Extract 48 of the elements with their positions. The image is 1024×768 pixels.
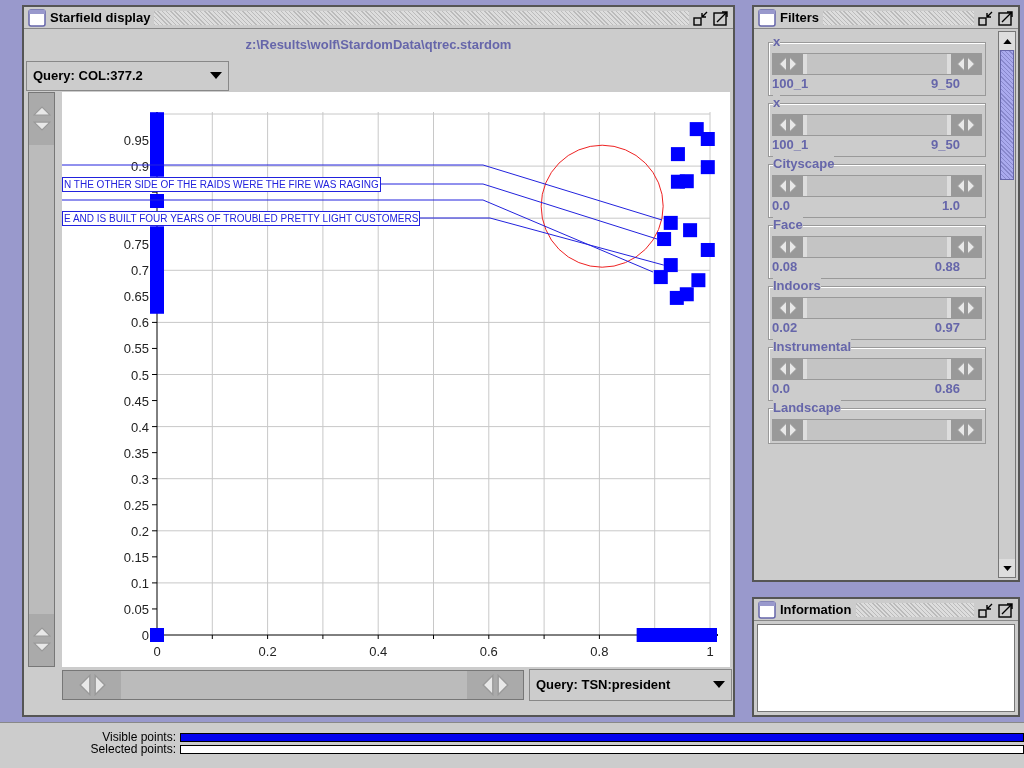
window-title: Filters bbox=[780, 8, 819, 27]
y-tick-label: 0.6 bbox=[130, 314, 149, 330]
x-tick-label: 1 bbox=[706, 643, 714, 659]
filter-min-value: 0.02 bbox=[772, 319, 798, 337]
y-tick-label: 0.9 bbox=[130, 158, 149, 174]
y-tick-label: 0.3 bbox=[130, 471, 149, 487]
window-title: Information bbox=[780, 600, 852, 619]
filter-min-value: 0.08 bbox=[772, 258, 798, 276]
filter-label: Cityscape bbox=[773, 156, 835, 172]
x-tick-label: 0.4 bbox=[369, 643, 388, 659]
y-tick-label: 0.95 bbox=[123, 132, 149, 148]
y-query-dropdown[interactable]: Query: COL:377.2 bbox=[26, 60, 229, 91]
y-tick-label: 0.25 bbox=[123, 497, 149, 513]
y-tick-label: 0.5 bbox=[130, 367, 149, 382]
y-tick-label: 0.45 bbox=[123, 393, 149, 409]
filter-min-value: 100_1 bbox=[772, 136, 809, 154]
y-tick-label: 0.65 bbox=[123, 288, 149, 304]
x-tick-label: 0.6 bbox=[479, 643, 498, 659]
file-path: z:\Results\wolf\StardomData\qtrec.stardom bbox=[245, 36, 512, 54]
filter-max-value: 0.88 bbox=[934, 258, 960, 276]
filter-max-value: 0.86 bbox=[934, 380, 960, 398]
filter-min-value: 100_1 bbox=[772, 75, 809, 93]
x-tick-label: 0.8 bbox=[590, 643, 609, 659]
x-query-dropdown[interactable]: Query: TSN:president bbox=[529, 668, 732, 701]
status-label: Selected points: bbox=[89, 743, 177, 755]
y-tick-label: 0.4 bbox=[130, 419, 149, 435]
y-tick-label: 0.75 bbox=[123, 236, 149, 252]
y-tick-label: 0 bbox=[141, 627, 149, 643]
y-tick-label: 0.2 bbox=[130, 523, 149, 539]
y-tick-label: 0.05 bbox=[123, 601, 149, 617]
status-label: Visible points: bbox=[102, 731, 177, 743]
x-tick-label: 0 bbox=[153, 643, 161, 659]
filter-max-value: 9_50 bbox=[931, 136, 960, 154]
point-annotation: E AND IS BUILT FOUR YEARS OF TROUBLED PRETTY LIGHT CUSTOMERS bbox=[62, 210, 421, 226]
filter-max-value: 0.97 bbox=[934, 319, 960, 337]
filter-max-value: 9_50 bbox=[931, 75, 960, 93]
window-title: Starfield display bbox=[50, 8, 151, 27]
filter-min-value: 0.0 bbox=[772, 197, 791, 215]
y-tick-label: 0.1 bbox=[130, 575, 149, 591]
y-tick-label: 0.35 bbox=[123, 445, 149, 461]
y-tick-label: 0.55 bbox=[123, 340, 149, 356]
point-annotation: N THE OTHER SIDE OF THE RAIDS WERE THE FIRE WAS RAGING bbox=[62, 176, 381, 192]
filter-label: Landscape bbox=[773, 400, 841, 416]
y-tick-label: 0.15 bbox=[123, 549, 149, 565]
x-tick-label: 0.2 bbox=[258, 643, 277, 659]
filter-min-value: 0.0 bbox=[772, 380, 791, 398]
y-tick-label: 0.7 bbox=[130, 262, 149, 278]
filter-max-value: 1.0 bbox=[941, 197, 960, 215]
